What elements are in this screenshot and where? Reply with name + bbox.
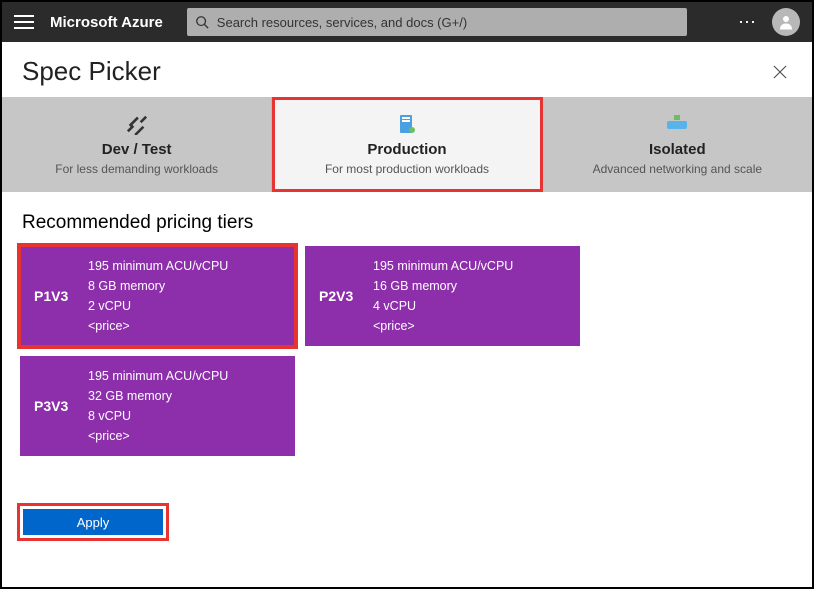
tier-price: <price> (373, 316, 513, 336)
server-icon (396, 113, 418, 135)
tier-cpu: 2 vCPU (88, 296, 228, 316)
network-icon (666, 113, 688, 135)
tab-desc: For most production workloads (325, 162, 489, 176)
tier-acu: 195 minimum ACU/vCPU (88, 366, 228, 386)
search-input[interactable]: Search resources, services, and docs (G+… (187, 8, 687, 36)
tab-title: Production (367, 141, 446, 158)
top-actions: ⋯ (738, 8, 800, 36)
tier-specs: 195 minimum ACU/vCPU 32 GB memory 8 vCPU… (88, 366, 228, 446)
apply-button[interactable]: Apply (23, 509, 163, 535)
tier-mem: 32 GB memory (88, 386, 228, 406)
tier-category-tabs: Dev / Test For less demanding workloads … (2, 97, 812, 192)
tier-mem: 16 GB memory (373, 276, 513, 296)
page-title: Spec Picker (22, 56, 161, 87)
tier-acu: 195 minimum ACU/vCPU (373, 256, 513, 276)
close-button[interactable] (768, 60, 792, 84)
apply-highlight: Apply (20, 506, 166, 538)
user-icon (777, 13, 795, 31)
tier-card-p1v3[interactable]: P1V3 195 minimum ACU/vCPU 8 GB memory 2 … (20, 246, 295, 346)
tier-card-p3v3[interactable]: P3V3 195 minimum ACU/vCPU 32 GB memory 8… (20, 356, 295, 456)
scroll-filler (2, 556, 812, 602)
tier-specs: 195 minimum ACU/vCPU 8 GB memory 2 vCPU … (88, 256, 228, 336)
tab-title: Isolated (649, 141, 706, 158)
spacer (2, 476, 812, 506)
search-wrap: Search resources, services, and docs (G+… (187, 8, 687, 36)
tier-acu: 195 minimum ACU/vCPU (88, 256, 228, 276)
tab-title: Dev / Test (102, 141, 172, 158)
content-scroll[interactable]: Dev / Test For less demanding workloads … (2, 97, 812, 602)
top-bar: Microsoft Azure Search resources, servic… (2, 2, 812, 42)
tier-card-p2v3[interactable]: P2V3 195 minimum ACU/vCPU 16 GB memory 4… (305, 246, 580, 346)
menu-icon[interactable] (14, 15, 34, 29)
tier-grid: P1V3 195 minimum ACU/vCPU 8 GB memory 2 … (2, 246, 812, 476)
more-icon[interactable]: ⋯ (738, 12, 758, 33)
tier-mem: 8 GB memory (88, 276, 228, 296)
tier-specs: 195 minimum ACU/vCPU 16 GB memory 4 vCPU… (373, 256, 513, 336)
close-icon (773, 65, 787, 79)
tier-price: <price> (88, 316, 228, 336)
tier-cpu: 4 vCPU (373, 296, 513, 316)
search-icon (195, 15, 209, 29)
tier-cpu: 8 vCPU (88, 406, 228, 426)
tab-isolated[interactable]: Isolated Advanced networking and scale (543, 97, 812, 192)
tools-icon (126, 113, 148, 135)
title-bar: Spec Picker (2, 42, 812, 97)
tier-name: P3V3 (20, 398, 88, 414)
brand-label: Microsoft Azure (50, 14, 163, 31)
tier-price: <price> (88, 426, 228, 446)
apply-bar: Apply (2, 506, 812, 556)
search-placeholder: Search resources, services, and docs (G+… (217, 15, 467, 30)
tab-production[interactable]: Production For most production workloads (272, 97, 542, 192)
section-title: Recommended pricing tiers (2, 192, 812, 246)
tab-dev-test[interactable]: Dev / Test For less demanding workloads (2, 97, 272, 192)
tab-desc: Advanced networking and scale (593, 162, 762, 176)
tier-name: P1V3 (20, 288, 88, 304)
avatar[interactable] (772, 8, 800, 36)
tier-name: P2V3 (305, 288, 373, 304)
tab-desc: For less demanding workloads (55, 162, 218, 176)
